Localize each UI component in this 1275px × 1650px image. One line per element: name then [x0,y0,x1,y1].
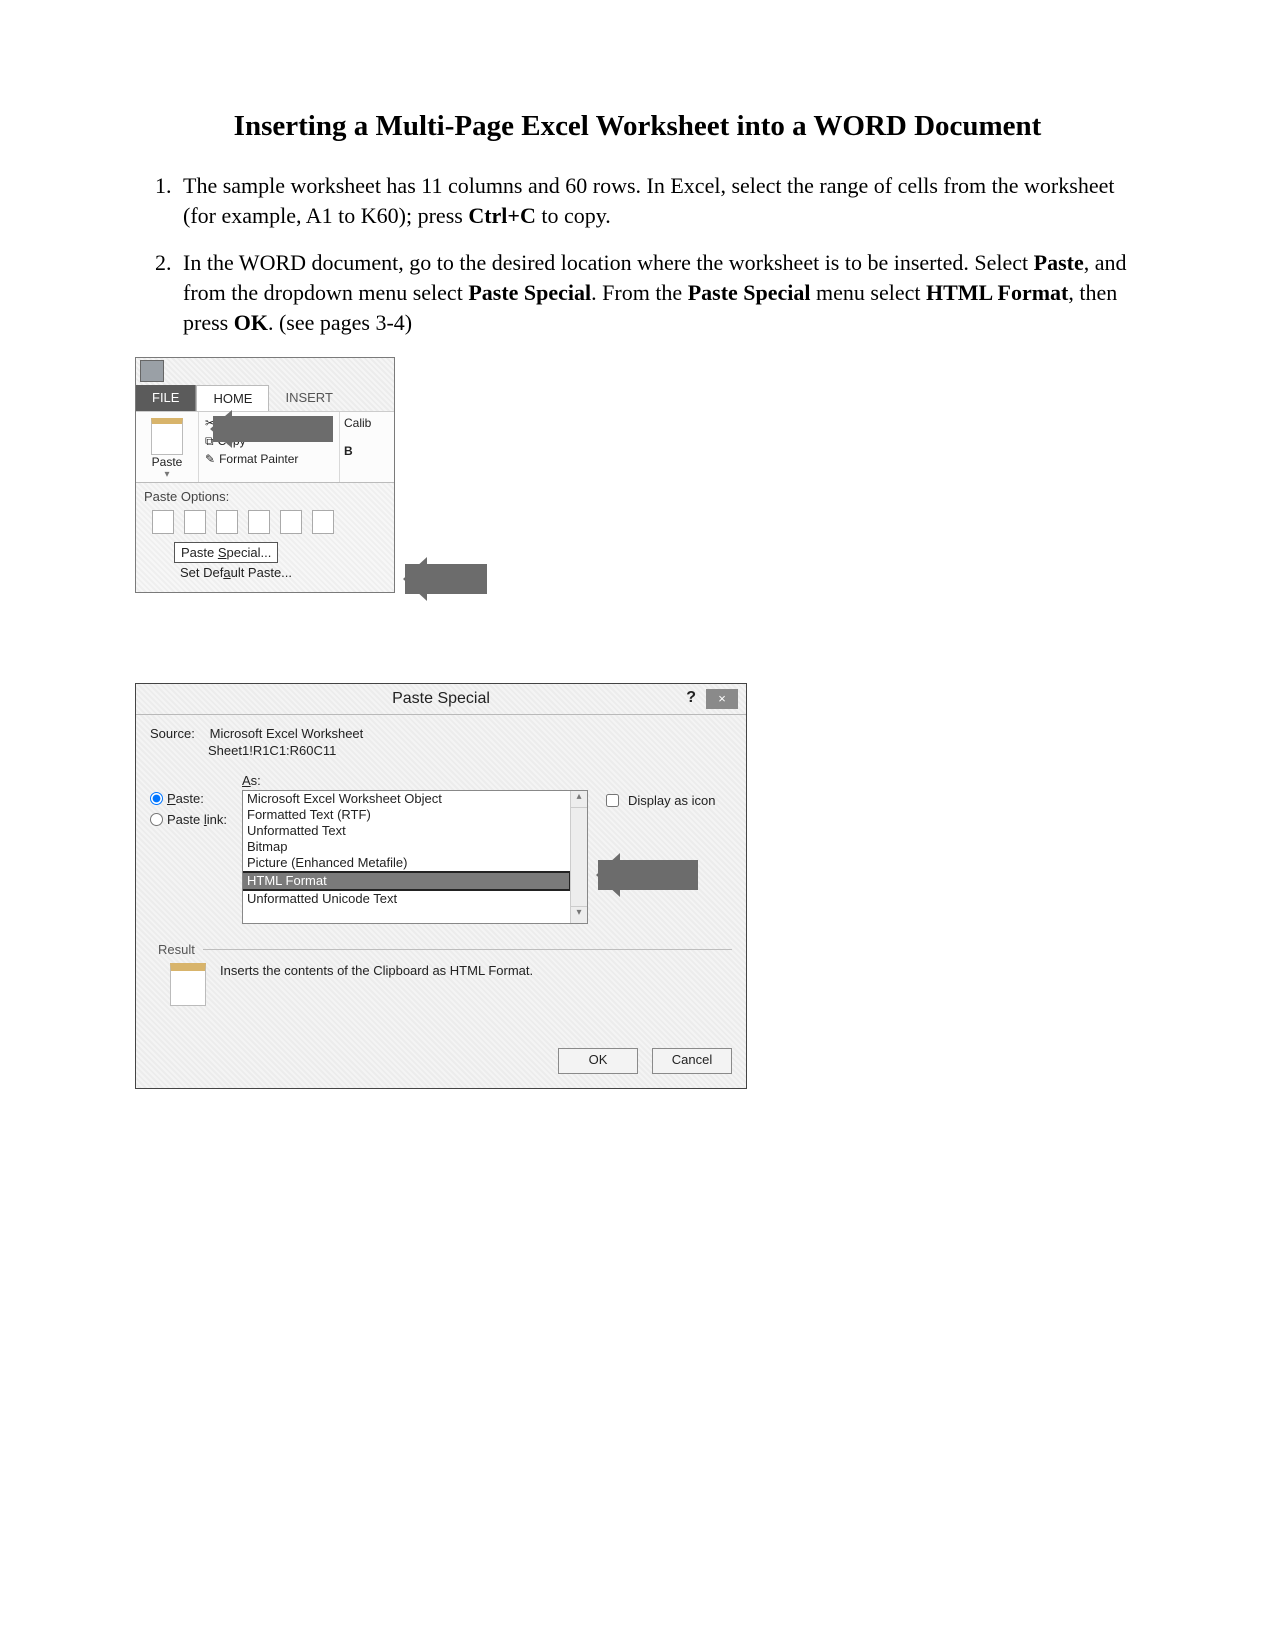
step2-b: Paste [1034,250,1084,275]
paste-special-menu-item[interactable]: Paste Special... [174,542,278,563]
paste-dropdown-icon[interactable]: ▾ [140,469,194,480]
source-value-1: Microsoft Excel Worksheet [210,726,364,741]
paste-option-icon[interactable] [312,510,334,534]
display-as-icon-checkbox[interactable]: Display as icon [602,791,732,810]
format-painter-button[interactable]: Format Painter [219,450,298,468]
list-item[interactable]: Unformatted Text [243,823,587,839]
step1-text-a: The sample worksheet has 11 columns and … [183,173,1114,228]
figure-paste-special-dialog: Paste Special ? × Source: Microsoft Exce… [135,683,765,1089]
page-title: Inserting a Multi-Page Excel Worksheet i… [135,110,1140,143]
set-default-paste-menu-item[interactable]: Set Default Paste... [144,563,386,582]
close-button[interactable]: × [706,689,738,709]
tab-home[interactable]: HOME [196,385,269,411]
paste-button[interactable]: Paste ▾ [136,412,199,482]
steps-list: The sample worksheet has 11 columns and … [135,171,1140,337]
list-item-selected[interactable]: HTML Format [242,871,571,891]
paste-option-icon[interactable] [152,510,174,534]
word-app-icon [140,360,164,382]
paste-option-icon[interactable] [248,510,270,534]
paste-radio-input[interactable] [150,792,163,805]
step1-shortcut: Ctrl+C [468,203,536,228]
step2-h: HTML Format [926,280,1068,305]
font-name-box[interactable]: Calib [344,416,390,430]
tab-file[interactable]: FILE [136,385,196,411]
ok-button[interactable]: OK [558,1048,638,1074]
paste-dropdown-menu: Paste Options: Paste Special... Set Defa… [136,482,394,592]
result-text: Inserts the contents of the Clipboard as… [220,963,533,1006]
list-item[interactable]: Microsoft Excel Worksheet Object [243,791,587,807]
paste-link-radio-input[interactable] [150,813,163,826]
step2-d: Paste Special [468,280,591,305]
paste-option-icon[interactable] [280,510,302,534]
callout-arrow-icon [405,564,487,594]
step-1: The sample worksheet has 11 columns and … [177,171,1140,230]
source-info: Source: Microsoft Excel Worksheet Sheet1… [150,725,732,759]
display-as-icon-label: Display as icon [628,793,715,808]
step-2: In the WORD document, go to the desired … [177,248,1140,337]
callout-arrow-icon [598,860,698,890]
step2-text-a: In the WORD document, go to the desired … [183,250,1034,275]
list-item[interactable]: Formatted Text (RTF) [243,807,587,823]
figure-word-ribbon: FILE HOME INSERT Paste ▾ ✂Cut ⧉Copy ✎For… [135,357,535,637]
brush-icon: ✎ [205,450,215,468]
step2-f: Paste Special [688,280,811,305]
step2-text-g: menu select [811,280,926,305]
cancel-button[interactable]: Cancel [652,1048,732,1074]
step2-j: OK [234,310,268,335]
as-label: As: [242,773,588,788]
source-value-2: Sheet1!R1C1:R60C11 [208,743,336,758]
scroll-up-icon[interactable]: ▴ [571,791,587,808]
list-item[interactable]: Picture (Enhanced Metafile) [243,855,587,871]
paste-option-icon[interactable] [216,510,238,534]
display-as-icon-input[interactable] [606,794,619,807]
help-button[interactable]: ? [686,689,696,707]
tab-insert[interactable]: INSERT [269,385,348,411]
bold-button[interactable]: B [344,444,390,458]
clipboard-result-icon [170,963,206,1006]
paste-label: Paste [140,455,194,469]
clipboard-icon [151,418,183,455]
mnemonic: a [223,565,230,580]
format-listbox[interactable]: ▴ ▾ Microsoft Excel Worksheet Object For… [242,790,588,924]
step2-text-k: . (see pages 3-4) [268,310,412,335]
dialog-titlebar: Paste Special ? × [136,684,746,715]
step2-text-e: . From the [591,280,688,305]
callout-arrow-icon [213,416,333,442]
paste-radio[interactable]: Paste: [150,791,242,806]
paste-link-radio[interactable]: Paste link: [150,812,242,827]
scroll-down-icon[interactable]: ▾ [571,906,587,923]
step1-text-c: to copy. [536,203,611,228]
dialog-title: Paste Special [392,690,490,708]
list-item[interactable]: Bitmap [243,839,587,855]
mnemonic: S [218,545,227,560]
paste-option-icon[interactable] [184,510,206,534]
list-item[interactable]: Unformatted Unicode Text [243,891,587,907]
paste-options-header: Paste Options: [144,489,386,504]
source-label: Source: [150,725,206,742]
result-group-label: Result [150,942,203,957]
